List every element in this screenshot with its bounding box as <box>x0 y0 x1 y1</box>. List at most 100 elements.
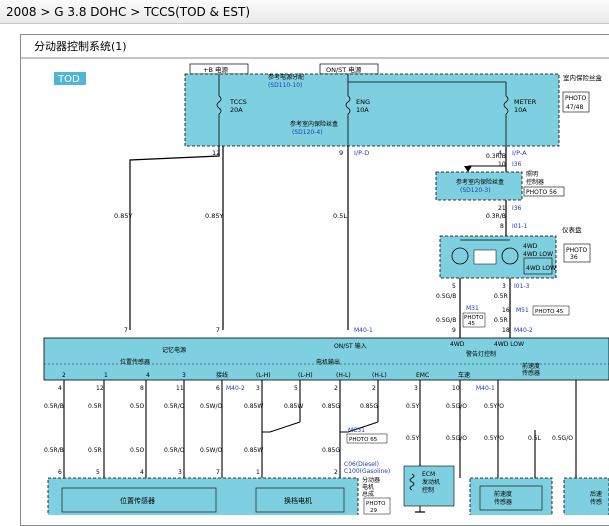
row2-pin-6: 6 <box>58 469 62 476</box>
tcu-motor-pin-3: (H-L) <box>336 372 351 379</box>
fuse-eng-name: ENG <box>356 98 370 106</box>
wire-085y-b: 0.85Y <box>205 212 223 220</box>
m51-photo-label: PHOTO 45 <box>535 309 564 315</box>
dimmer-ref-label: 参考室内保险丝盒 <box>456 178 504 186</box>
ref-ground-label: 参考室内保险丝盒 <box>290 120 338 128</box>
row1-pin-3: 3 <box>256 385 260 392</box>
tcu-motor-out: 电机输出 <box>316 358 340 366</box>
lamp-4wd-icon <box>451 247 469 265</box>
row2-wire-3: 0.5O <box>130 447 145 454</box>
cluster-label: 仪表盘 <box>562 225 582 234</box>
rear-speed-sensor-box <box>563 477 609 515</box>
transfer-label-3: 总成 <box>362 490 374 498</box>
position-sensor-label: 位置传感器 <box>120 496 155 505</box>
row1-wire-2: 0.5R <box>88 403 102 410</box>
row1-pin-10: 10 <box>452 385 460 392</box>
wire-085y-a: 0.85Y <box>114 212 132 220</box>
ecm-label-2: 发动机 <box>422 478 440 486</box>
front-speed-sensor-label-2: 传感器 <box>494 498 512 506</box>
fuse-tccs-amp: 20A <box>230 106 243 114</box>
transfer-label-2: 电机 <box>362 483 374 491</box>
cluster-inner-display <box>473 249 497 265</box>
tcu-motor-pin-4: (H-L) <box>372 372 387 379</box>
dimmer-ref-code: (SD120-3) <box>460 187 491 194</box>
front-speed-sensor-label: 前速度 <box>494 490 512 498</box>
fuse-meter-name: METER <box>514 98 537 106</box>
connector-ipd: I/P-D <box>354 149 369 157</box>
connector-ipa: I/P-A <box>512 149 527 157</box>
row2-wire-8: 0.5Y <box>406 435 420 442</box>
row2-wire-5: 0.5W/O <box>200 447 222 454</box>
row1-pin-3b: 3 <box>414 385 418 392</box>
row1-pin-2b: 2 <box>372 385 376 392</box>
tcu-pin-4: 4 <box>146 372 150 379</box>
lamp-4wd-low-icon <box>501 247 519 265</box>
row1-wire-11: 0.5G/O <box>446 403 467 410</box>
tcu-memory-power: 记忆电源 <box>162 346 186 354</box>
dimmer-side-label-1: 照明 <box>526 171 538 178</box>
tcu-motor-pin-1: (L-H) <box>256 372 271 379</box>
row1-wire-3: 0.5O <box>130 403 145 410</box>
tod-tag-label: TOD <box>57 74 80 85</box>
row1-pin-6: 6 <box>216 385 220 392</box>
wire-05r-b: 0.5R <box>494 317 508 324</box>
tcu-speed: 车速 <box>458 371 470 379</box>
rear-speed-sensor-label-2: 传感 <box>590 498 602 506</box>
row1-pin-11: 11 <box>176 385 184 392</box>
pin-18: 18 <box>502 327 510 334</box>
row2-wire-9: 0.5G/O <box>446 435 467 442</box>
dimmer-side-label-2: 控制器 <box>526 178 544 186</box>
tcu-front-speed-2: 传感器 <box>522 369 540 377</box>
dimmer-box <box>435 171 523 201</box>
pin-3: 3 <box>502 283 506 290</box>
row1-wire-9: 0.85G <box>360 403 378 410</box>
tcu-pin-3: 3 <box>182 372 186 379</box>
transfer-photo-number: 29 <box>370 508 377 514</box>
pin-8: 8 <box>500 223 504 230</box>
tcu-motor-pin-2: (L-H) <box>298 372 313 379</box>
row1-wire-10: 0.5Y <box>406 403 420 410</box>
row1-wire-1: 0.5R/B <box>44 403 64 410</box>
row1-pin-12: 12 <box>96 385 104 392</box>
tcu-onst-input: ON/ST 输入 <box>334 342 367 350</box>
tcu-indicator: 警告灯控制 <box>466 350 496 358</box>
wire-05l: 0.5L <box>333 212 347 220</box>
arrow-down-icon <box>464 166 472 172</box>
tcu-emc: EMC <box>416 372 429 379</box>
ref-power-label: 参考电源分配 <box>268 73 304 81</box>
mc31-label: MC31 <box>348 427 365 434</box>
row1-pin-4: 4 <box>58 385 62 392</box>
row1-wire-5: 0.5W/O <box>200 403 222 410</box>
tcu-pos-sensor: 位置传感器 <box>120 358 150 366</box>
row2-wire-10: 0.5Y/O <box>484 435 504 442</box>
cluster-photo-label: PHOTO <box>566 247 588 254</box>
wire-05gb: 0.5G/B <box>436 293 456 300</box>
row1-pin-2: 2 <box>334 385 338 392</box>
mc31-photo-label: PHOTO 65 <box>349 437 378 443</box>
row2-wire-6: 0.85W <box>244 447 263 454</box>
connector-m51: M51 <box>516 307 529 314</box>
row1-m40-1: M40-1 <box>476 385 495 392</box>
rear-speed-sensor-label: 后速 <box>590 490 602 498</box>
fuse-box-photo-label: PHOTO <box>565 95 587 102</box>
wire-03rb: 0.3R/B <box>486 153 506 160</box>
pin-10: 10 <box>498 161 506 168</box>
row2-wire-4: 0.5R/O <box>164 447 185 454</box>
tcu-4wdlow: 4WD LOW <box>494 341 524 348</box>
pin-9-b: 9 <box>452 327 456 334</box>
connector-i01-1: I01-1 <box>512 223 528 230</box>
wire-05gb-b: 0.5G/B <box>436 317 456 324</box>
row1-wire-12: 0.5Y/O <box>484 403 504 410</box>
tcu-pin-2: 2 <box>62 372 66 379</box>
lamp-4wd-label: 4WD <box>523 243 538 250</box>
diagram-title: 分动器控制系统(1) <box>34 39 127 53</box>
row2-wire-2: 0.5R <box>88 447 102 454</box>
row1-wire-7: 0.85W <box>284 403 303 410</box>
row1-pin-5: 5 <box>294 385 298 392</box>
pin-21: 21 <box>498 205 506 212</box>
ecm-label: ECM <box>422 471 435 478</box>
cluster-photo-number: 36 <box>570 254 578 261</box>
wire-03rb-b: 0.3R/B <box>486 213 506 220</box>
pin-16: 16 <box>502 307 510 314</box>
transfer-photo-label: PHOTO <box>366 501 386 507</box>
